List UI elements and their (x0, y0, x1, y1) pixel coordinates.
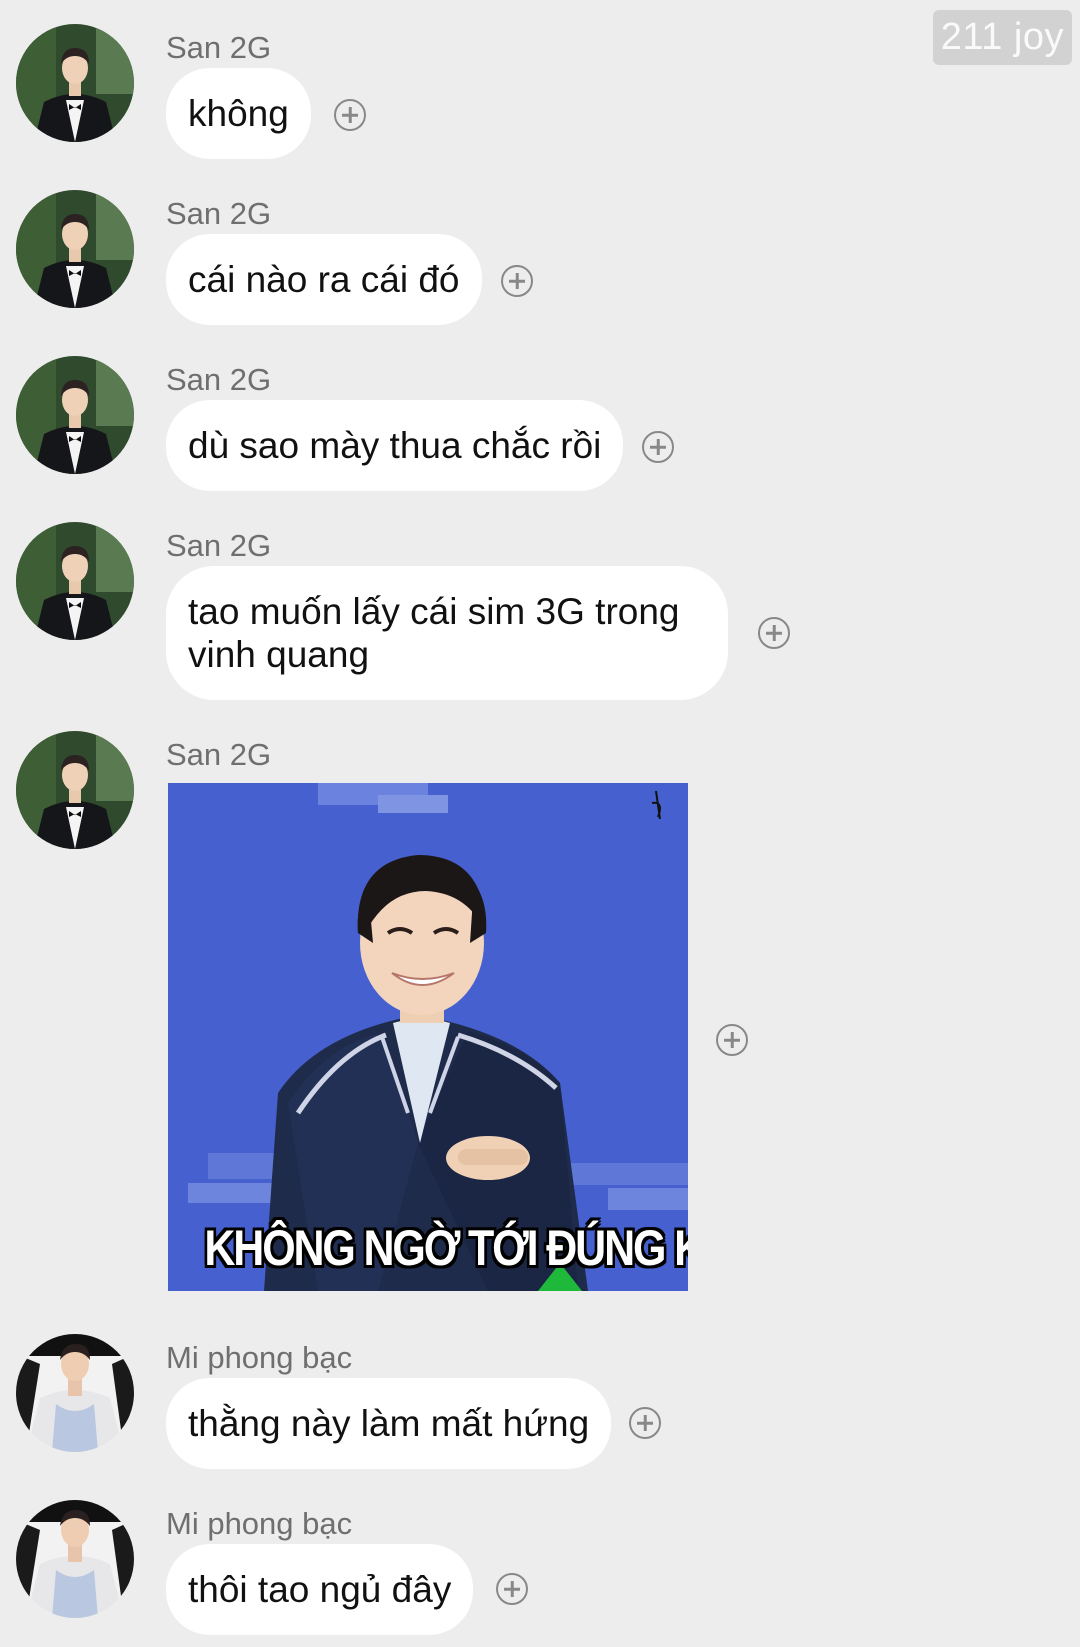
message-bubble[interactable]: tao muốn lấy cái sim 3G trong vinh quang (166, 566, 728, 700)
message-row: San 2G tao muốn lấy cái sim 3G trong vin… (0, 522, 1080, 702)
add-reaction-icon[interactable] (629, 1407, 661, 1439)
message-bubble[interactable]: dù sao mày thua chắc rồi (166, 400, 624, 491)
message-row: Mi phong bạc thôi tao ngủ đây (0, 1500, 1080, 1635)
message-bubble[interactable]: không (166, 68, 311, 159)
avatar[interactable] (16, 1334, 134, 1452)
message-row: San 2G KHÔNG NGỜ TỚI ĐÚNG (0, 731, 1080, 1311)
sender-name: San 2G (166, 30, 272, 65)
sender-name: San 2G (166, 737, 272, 772)
sender-name: San 2G (166, 196, 272, 231)
sticker-art (168, 783, 688, 1291)
sticker-caption: KHÔNG NGỜ TỚI ĐÚNG KHÔNG (204, 1220, 688, 1276)
avatar[interactable] (16, 24, 134, 142)
message-bubble[interactable]: thằng này làm mất hứng (166, 1378, 612, 1469)
sticker-image[interactable]: KHÔNG NGỜ TỚI ĐÚNG KHÔNG (168, 783, 688, 1291)
avatar[interactable] (16, 356, 134, 474)
message-row: Mi phong bạc thằng này làm mất hứng (0, 1334, 1080, 1469)
sender-name: San 2G (166, 362, 272, 397)
add-reaction-icon[interactable] (334, 99, 366, 131)
avatar[interactable] (16, 731, 134, 849)
avatar[interactable] (16, 1500, 134, 1618)
add-reaction-icon[interactable] (496, 1573, 528, 1605)
add-reaction-icon[interactable] (716, 1024, 748, 1056)
sender-name: Mi phong bạc (166, 1506, 353, 1541)
sender-name: Mi phong bạc (166, 1340, 353, 1375)
message-bubble[interactable]: thôi tao ngủ đây (166, 1544, 474, 1635)
message-bubble[interactable]: cái nào ra cái đó (166, 234, 482, 325)
sender-name: San 2G (166, 528, 272, 563)
message-row: San 2G cái nào ra cái đó (0, 190, 1080, 325)
avatar[interactable] (16, 190, 134, 308)
add-reaction-icon[interactable] (758, 617, 790, 649)
message-row: San 2G dù sao mày thua chắc rồi (0, 356, 1080, 491)
avatar[interactable] (16, 522, 134, 640)
add-reaction-icon[interactable] (501, 265, 533, 297)
message-row: San 2G không (0, 24, 1080, 159)
add-reaction-icon[interactable] (642, 431, 674, 463)
